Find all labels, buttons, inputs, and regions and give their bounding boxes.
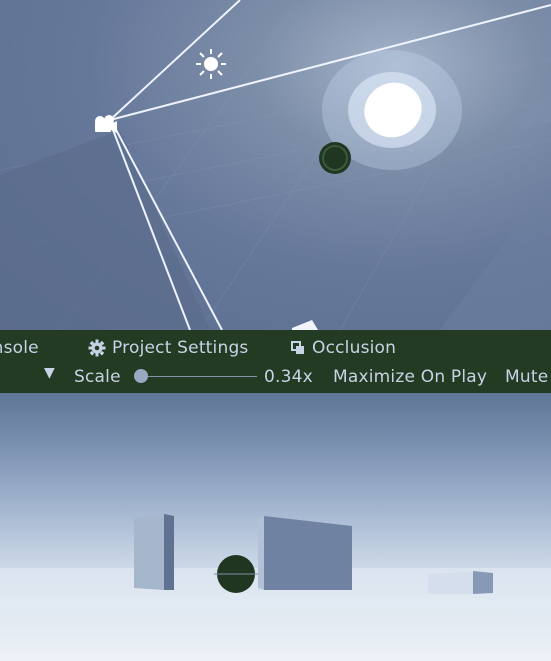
scale-label: Scale — [74, 367, 121, 387]
tab-project-settings[interactable]: Project Settings — [88, 338, 249, 358]
scene-view[interactable] — [0, 0, 551, 330]
sphere[interactable] — [319, 142, 351, 174]
tab-console[interactable]: onsole — [0, 338, 39, 358]
game-view-toolbar: onsole — [0, 330, 551, 393]
scene-object-right — [515, 95, 551, 130]
tab-occlusion[interactable]: Occlusion — [290, 338, 396, 358]
mute-audio-toggle[interactable]: Mute — [505, 367, 548, 387]
dropdown-arrow-icon[interactable]: ▼ — [44, 365, 55, 381]
tab-console-label: onsole — [0, 338, 39, 358]
game-block-center — [258, 516, 352, 590]
gear-icon — [88, 339, 106, 357]
scale-value: 0.34x — [264, 367, 313, 387]
scene-ground-shade-right — [440, 180, 551, 330]
scene-canvas[interactable] — [0, 0, 551, 330]
game-view[interactable] — [0, 393, 551, 661]
sun-icon[interactable] — [196, 49, 226, 79]
maximize-on-play-toggle[interactable]: Maximize On Play — [333, 367, 487, 387]
scale-slider[interactable] — [134, 369, 257, 383]
scale-slider-handle[interactable] — [134, 369, 148, 383]
tab-occlusion-label: Occlusion — [312, 338, 397, 358]
scene-object-bottom — [292, 320, 318, 330]
game-canvas[interactable] — [0, 393, 551, 661]
occlusion-icon — [290, 340, 306, 356]
tab-project-settings-label: Project Settings — [112, 338, 249, 358]
game-cube-right — [428, 571, 493, 594]
game-pillar-left — [134, 514, 174, 590]
